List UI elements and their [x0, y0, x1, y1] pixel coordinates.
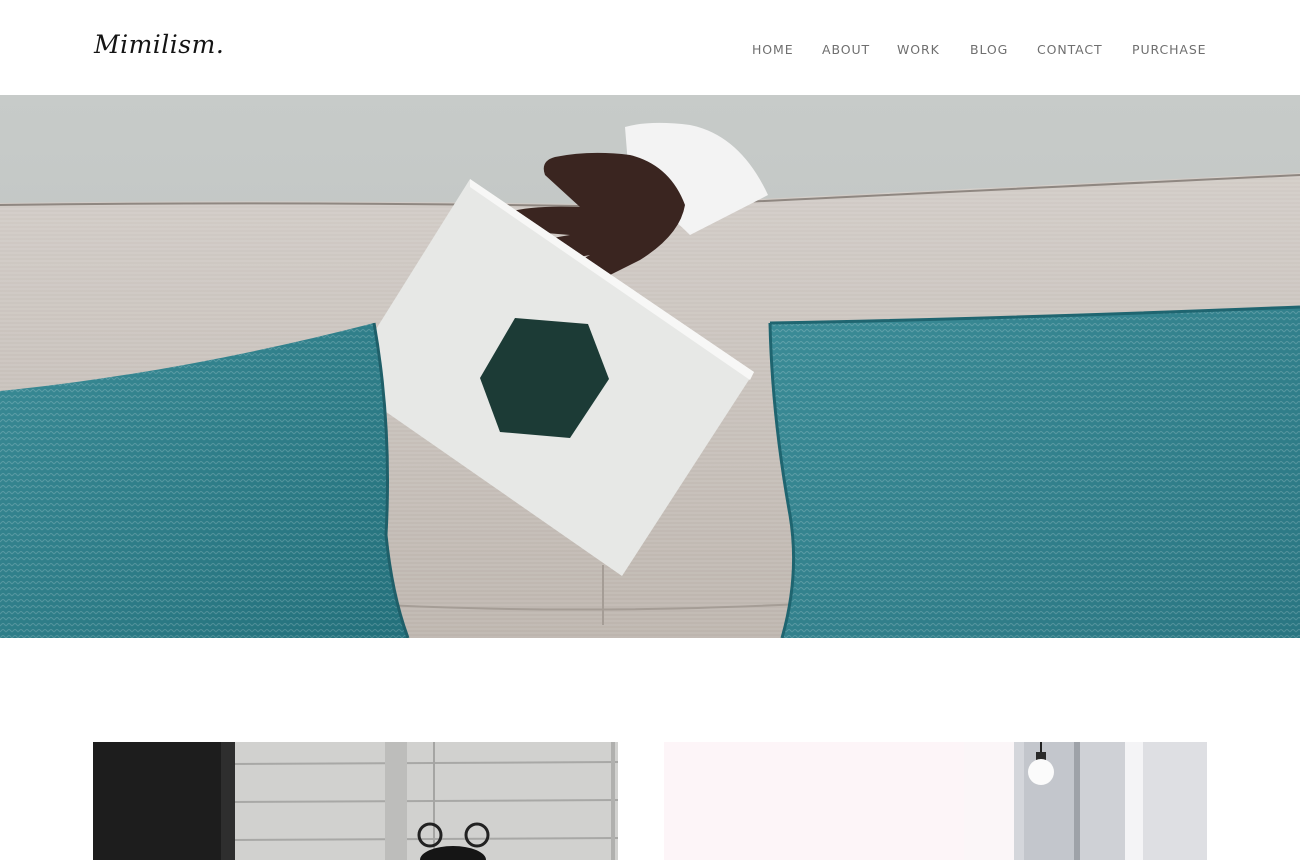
nav-item-purchase[interactable]: PURCHASE [1132, 42, 1206, 57]
nav-item-blog[interactable]: BLOG [970, 42, 1008, 57]
main-nav: HOME ABOUT WORK BLOG CONTACT PURCHASE [0, 42, 1300, 58]
gallery-item-lightbulb[interactable] [664, 742, 1207, 860]
lightbulb-photo [664, 742, 1207, 860]
hero-image [0, 95, 1300, 638]
gallery-item-clock[interactable] [93, 742, 618, 860]
site-header: Mimilism. HOME ABOUT WORK BLOG CONTACT P… [0, 0, 1300, 95]
nav-item-contact[interactable]: CONTACT [1037, 42, 1103, 57]
nav-item-about[interactable]: ABOUT [822, 42, 870, 57]
clock-photo [93, 742, 618, 860]
nav-item-home[interactable]: HOME [752, 42, 794, 57]
nav-item-work[interactable]: WORK [897, 42, 940, 57]
